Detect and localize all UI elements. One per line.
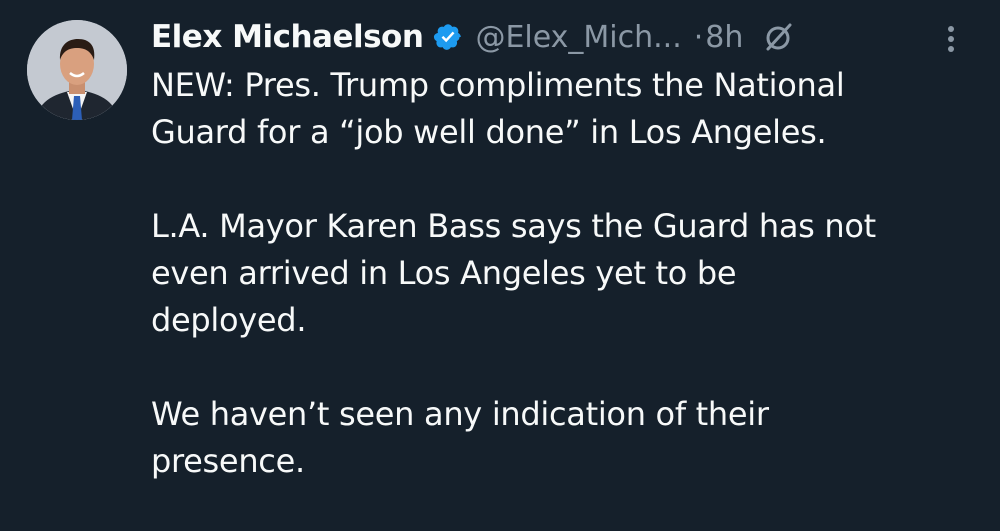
tweet-paragraph-2: L.A. Mayor Karen Bass says the Guard has… [151, 207, 876, 339]
avatar-image [27, 20, 127, 120]
grok-icon[interactable] [763, 21, 795, 53]
tweet[interactable]: Elex Michaelson @Elex_Mich... · 8h NEW: … [0, 0, 1000, 531]
avatar[interactable] [27, 20, 127, 120]
tweet-header: Elex Michaelson @Elex_Mich... · 8h [151, 14, 795, 60]
verified-badge-icon[interactable] [433, 22, 463, 52]
author-display-name[interactable]: Elex Michaelson [151, 19, 424, 55]
author-handle[interactable]: @Elex_Mich... [475, 20, 681, 55]
separator-dot: · [693, 19, 704, 55]
tweet-paragraph-3: We haven’t seen any indication of their … [151, 395, 769, 480]
more-options-icon[interactable] [936, 22, 966, 56]
tweet-text: NEW: Pres. Trump compliments the Nationa… [151, 62, 991, 485]
timestamp[interactable]: 8h [705, 20, 743, 55]
tweet-paragraph-1: NEW: Pres. Trump compliments the Nationa… [151, 66, 845, 151]
